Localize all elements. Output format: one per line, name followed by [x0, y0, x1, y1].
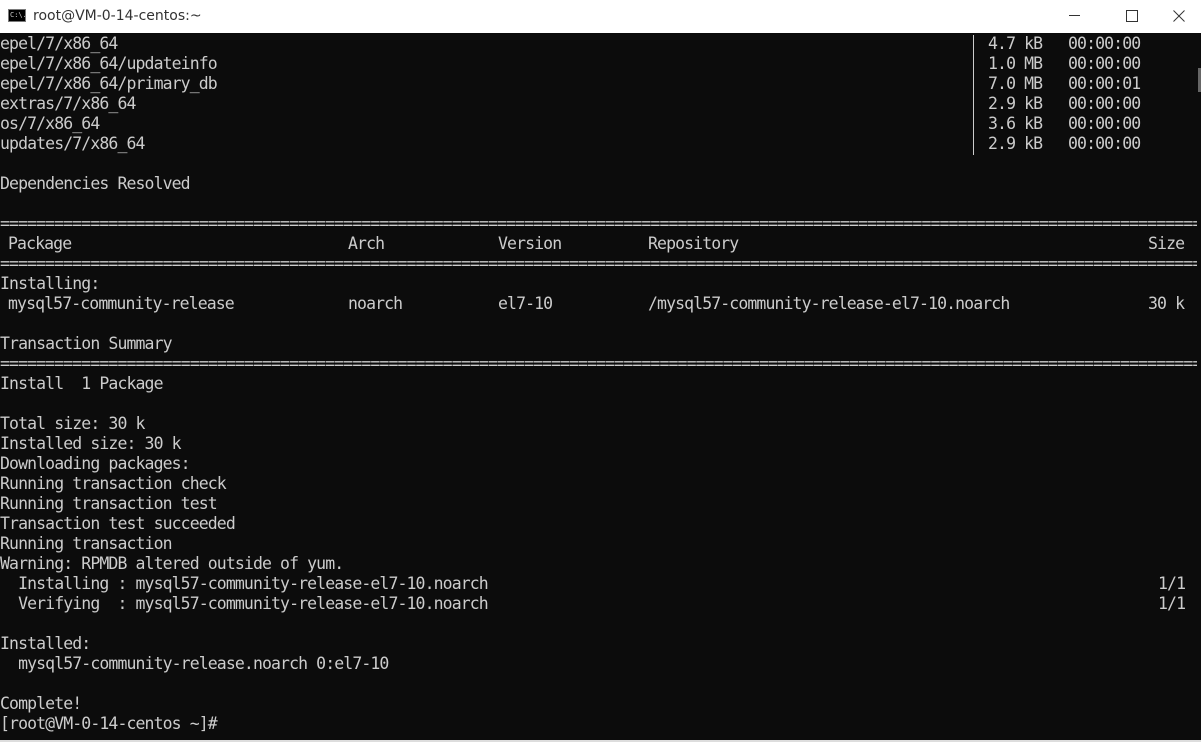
deps-resolved-text: Dependencies Resolved [0, 174, 191, 193]
running-check-text: Running transaction check [0, 474, 227, 493]
package-repository: /mysql57-community-release-el7-10.noarch [648, 294, 1010, 313]
repo-size: 2.9 kB [988, 94, 1043, 113]
minimize-button[interactable] [1051, 0, 1097, 33]
repo-time: 00:00:00 [1068, 34, 1141, 53]
installing-progress: 1/1 [1158, 574, 1186, 593]
installing-step-text: Installing : mysql57-community-release-e… [0, 574, 489, 593]
window-title: root@VM-0-14-centos:~ [33, 8, 202, 24]
repo-name: epel/7/x86_64 [0, 34, 118, 53]
total-size-text: Total size: 30 k [0, 414, 145, 433]
package-version: el7-10 [498, 294, 553, 313]
header-version: Version [498, 234, 562, 253]
repo-time: 00:00:00 [1068, 114, 1141, 133]
installed-size-text: Installed size: 30 k [0, 434, 182, 453]
installing-label: Installing: [0, 274, 100, 293]
install-count-text: Install 1 Package [0, 374, 164, 393]
minimize-icon [1069, 15, 1080, 16]
scrollbar[interactable] [1197, 33, 1201, 740]
shell-prompt[interactable]: [root@VM-0-14-centos ~]# [0, 714, 218, 734]
repo-size: 2.9 kB [988, 134, 1043, 153]
progress-column-divider [973, 35, 974, 155]
package-arch: noarch [348, 294, 403, 313]
header-repository: Repository [648, 234, 739, 253]
installed-package-text: mysql57-community-release.noarch 0:el7-1… [0, 654, 389, 673]
repo-time: 00:00:00 [1068, 134, 1141, 153]
repo-time: 00:00:00 [1068, 54, 1141, 73]
maximize-button[interactable] [1108, 0, 1154, 33]
close-icon [1173, 10, 1185, 22]
repo-name: epel/7/x86_64/primary_db [0, 74, 218, 93]
repo-size: 1.0 MB [988, 54, 1043, 73]
repo-name: os/7/x86_64 [0, 114, 100, 133]
terminal-output[interactable]: epel/7/x86_64 4.7 kB 00:00:00 epel/7/x86… [0, 33, 1201, 740]
repo-name: updates/7/x86_64 [0, 134, 145, 153]
header-package: Package [8, 234, 72, 253]
maximize-icon [1126, 10, 1138, 22]
repo-name: extras/7/x86_64 [0, 94, 136, 113]
header-arch: Arch [348, 234, 385, 253]
repo-size: 4.7 kB [988, 34, 1043, 53]
warning-text: Warning: RPMDB altered outside of yum. [0, 554, 344, 573]
terminal-window: C:\. root@VM-0-14-centos:~ epel/7/x86_64… [0, 0, 1201, 742]
repo-time: 00:00:01 [1068, 74, 1141, 93]
verifying-progress: 1/1 [1158, 594, 1186, 613]
running-transaction-text: Running transaction [0, 534, 173, 553]
repo-size: 7.0 MB [988, 74, 1043, 93]
separator-line: ========================================… [0, 354, 1201, 373]
package-name: mysql57-community-release [8, 294, 235, 313]
header-size: Size [1148, 234, 1185, 253]
separator-line: ========================================… [0, 254, 1201, 273]
close-button[interactable] [1155, 0, 1201, 33]
transaction-summary-text: Transaction Summary [0, 334, 173, 353]
running-test-text: Running transaction test [0, 494, 218, 513]
package-size: 30 k [1148, 294, 1185, 313]
console-app-icon: C:\. [8, 9, 26, 22]
title-bar[interactable]: C:\. root@VM-0-14-centos:~ [0, 0, 1201, 33]
downloading-text: Downloading packages: [0, 454, 191, 473]
repo-time: 00:00:00 [1068, 94, 1141, 113]
repo-name: epel/7/x86_64/updateinfo [0, 54, 218, 73]
complete-text: Complete! [0, 694, 82, 713]
repo-size: 3.6 kB [988, 114, 1043, 133]
verifying-step-text: Verifying : mysql57-community-release-el… [0, 594, 489, 613]
test-succeeded-text: Transaction test succeeded [0, 514, 236, 533]
installed-label: Installed: [0, 634, 91, 653]
separator-line: ========================================… [0, 214, 1201, 233]
